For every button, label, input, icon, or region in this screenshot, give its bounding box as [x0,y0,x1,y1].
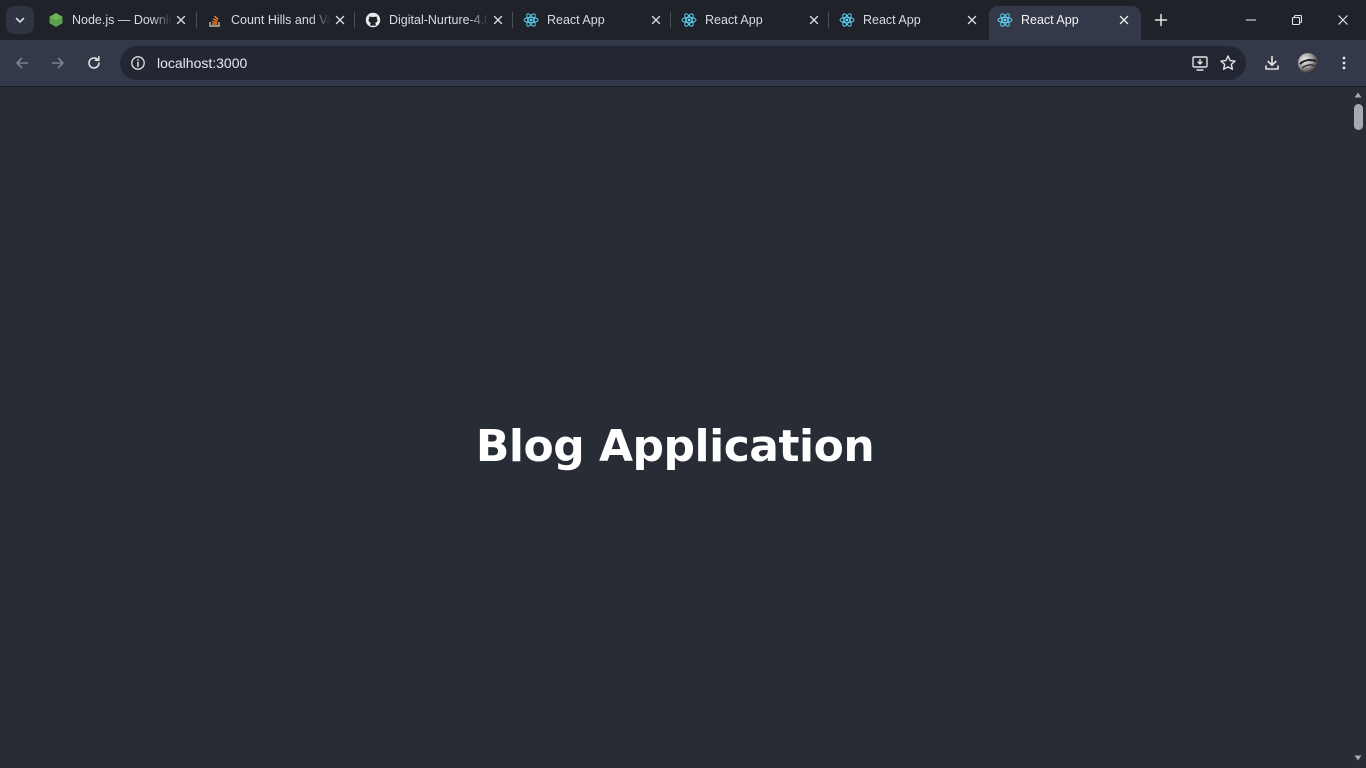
tab-separator [512,12,513,28]
tab-strip: Node.js — Download Node.js Count Hills a… [0,0,1366,40]
nodejs-icon [48,12,64,28]
tab-search-button[interactable] [6,6,34,34]
address-bar[interactable]: localhost:3000 [120,46,1246,80]
tab-title: React App [547,13,605,27]
downloads-button[interactable] [1258,49,1286,77]
scroll-down-arrow-icon[interactable] [1354,754,1362,762]
close-tab-icon[interactable] [172,11,190,29]
menu-button[interactable] [1330,49,1358,77]
close-tab-icon[interactable] [331,11,349,29]
star-icon [1220,55,1236,70]
react-icon [997,12,1013,28]
tab-react-app-3[interactable]: React App [831,6,989,34]
reload-icon [88,56,100,69]
tab-separator [828,12,829,28]
tab-title: Digital-Nurture-4.0 [389,13,489,27]
restore-button[interactable] [1274,0,1320,40]
more-vert-icon [1342,56,1346,70]
react-icon [523,12,539,28]
tab-github[interactable]: Digital-Nurture-4.0 [357,6,515,34]
stackoverflow-icon [207,12,223,28]
tab-title: React App [863,13,921,27]
tab-react-app-active[interactable]: React App [989,6,1141,40]
tab-title: React App [705,13,763,27]
page-viewport: Blog Application [0,87,1350,768]
tab-title: Count Hills and Valleys [231,13,331,27]
close-tab-icon[interactable] [805,11,823,29]
tab-react-app-2[interactable]: React App [673,6,831,34]
chevron-down-icon [15,17,25,23]
restore-icon [1291,14,1303,26]
scrollbar-thumb[interactable] [1354,104,1363,130]
tab-react-app-1[interactable]: React App [515,6,673,34]
page-title: Blog Application [475,421,875,472]
bookmark-button[interactable] [1214,49,1242,77]
site-info-icon[interactable] [127,52,149,74]
tab-separator [354,12,355,28]
minimize-button[interactable] [1228,0,1274,40]
close-tab-icon[interactable] [489,11,507,29]
tab-count-hills[interactable]: Count Hills and Valleys [199,6,357,34]
browser-toolbar: localhost:3000 [0,40,1366,86]
url-text[interactable]: localhost:3000 [157,55,1186,71]
arrow-left-icon [16,57,29,69]
react-icon [839,12,855,28]
minimize-icon [1246,19,1256,21]
install-app-icon [1192,56,1208,71]
download-icon [1265,55,1279,70]
plus-icon [1154,13,1168,27]
scroll-up-arrow-icon[interactable] [1354,91,1362,99]
tab-separator [670,12,671,28]
back-button[interactable] [8,49,36,77]
tab-separator [196,12,197,28]
tab-title: Node.js — Download Node.js [72,13,172,27]
close-window-button[interactable] [1320,0,1366,40]
avatar [1298,53,1318,73]
close-tab-icon[interactable] [963,11,981,29]
profile-button[interactable] [1294,49,1322,77]
vertical-scrollbar[interactable] [1350,87,1366,768]
github-icon [365,12,381,28]
forward-button[interactable] [44,49,72,77]
arrow-right-icon [51,57,64,69]
tab-title: React App [1021,13,1079,27]
install-app-button[interactable] [1186,49,1214,77]
close-icon [1338,15,1348,25]
new-tab-button[interactable] [1150,9,1172,31]
close-tab-icon[interactable] [1115,11,1133,29]
reload-button[interactable] [80,49,108,77]
tab-nodejs[interactable]: Node.js — Download Node.js [40,6,198,34]
close-tab-icon[interactable] [647,11,665,29]
react-icon [681,12,697,28]
